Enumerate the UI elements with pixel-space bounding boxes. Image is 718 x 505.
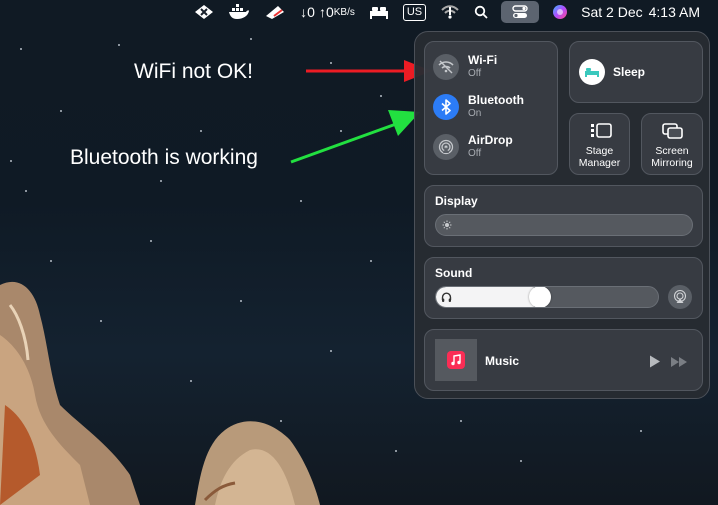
siri-icon[interactable] [552, 1, 568, 23]
headphones-icon [441, 292, 452, 302]
rock-formation-right [195, 421, 320, 505]
stage-manager-label-line1: Stage [585, 145, 614, 157]
display-module: Display [424, 185, 703, 247]
focus-sleep-button[interactable]: Sleep [569, 41, 703, 103]
clock-time: 4:13 AM [648, 4, 700, 20]
album-artwork[interactable] [435, 339, 477, 381]
brightness-icon [442, 220, 452, 230]
docker-icon[interactable] [228, 1, 250, 23]
bluetooth-icon [433, 94, 459, 120]
stage-manager-icon [591, 123, 612, 138]
wifi-status: Off [468, 68, 482, 79]
stage-manager-label-line2: Manager [578, 157, 621, 169]
sound-module: Sound [424, 257, 703, 319]
bed-icon [579, 59, 605, 85]
focus-label: Sleep [613, 65, 646, 79]
music-app-icon [447, 351, 465, 369]
now-playing-title: Music [485, 354, 520, 368]
wifi-off-icon [433, 54, 459, 80]
vpn-shield-icon[interactable] [264, 1, 286, 23]
stage-manager-button[interactable]: Stage Manager [569, 113, 630, 175]
menu-bar: ↓0 ↑0 KB/s US Sat 2 Dec 4:13 AM [0, 0, 718, 24]
wifi-off-icon[interactable] [440, 1, 460, 23]
speed-down: ↓0 [300, 4, 315, 20]
airdrop-toggle[interactable]: AirDrop Off [433, 134, 513, 160]
wifi-toggle[interactable]: Wi-Fi Off [433, 54, 497, 80]
screen-mirroring-button[interactable]: Screen Mirroring [641, 113, 703, 175]
speed-unit: KB/s [333, 6, 355, 18]
display-title: Display [435, 194, 478, 208]
bed-icon[interactable] [369, 1, 389, 23]
bluetooth-status: On [468, 108, 482, 119]
control-center-button[interactable] [501, 1, 540, 23]
green-arrow [290, 110, 420, 164]
volume-slider-knob[interactable] [529, 287, 552, 307]
x-app-icon[interactable] [194, 1, 214, 23]
wifi-label: Wi-Fi [468, 53, 498, 67]
airplay-audio-button[interactable] [668, 285, 692, 309]
search-icon[interactable] [474, 1, 488, 23]
airdrop-icon [433, 134, 459, 160]
fast-forward-icon[interactable] [670, 357, 688, 367]
screen-mirroring-icon [662, 123, 683, 139]
clock-date: Sat 2 Dec [581, 4, 643, 20]
now-playing-module: Music [424, 329, 703, 391]
bluetooth-toggle[interactable]: Bluetooth On [433, 94, 524, 120]
input-source-indicator[interactable]: US [402, 3, 427, 21]
bluetooth-label: Bluetooth [468, 93, 524, 107]
airdrop-label: AirDrop [468, 133, 513, 147]
control-center-panel: Wi-Fi Off Bluetooth On AirDrop Off Sleep… [414, 31, 710, 399]
sound-title: Sound [435, 266, 473, 280]
play-icon[interactable] [649, 355, 661, 368]
screen-mirroring-label-line1: Screen [655, 145, 689, 157]
control-center-icon [512, 5, 528, 18]
menubar-clock[interactable]: Sat 2 Dec 4:13 AM [581, 1, 700, 23]
wifi-annotation-text: WiFi not OK! [134, 60, 254, 83]
screen-mirroring-label-line2: Mirroring [651, 157, 693, 169]
network-speed-readout[interactable]: ↓0 ↑0 KB/s [300, 1, 355, 23]
volume-slider[interactable] [435, 286, 659, 308]
rock-formation-left [0, 281, 140, 505]
bluetooth-annotation-text: Bluetooth is working [70, 146, 258, 169]
speed-up: ↑0 [318, 4, 334, 20]
connectivity-module: Wi-Fi Off Bluetooth On AirDrop Off [424, 41, 558, 175]
airdrop-status: Off [468, 148, 482, 159]
airplay-audio-icon [673, 290, 687, 303]
brightness-slider[interactable] [435, 214, 693, 236]
